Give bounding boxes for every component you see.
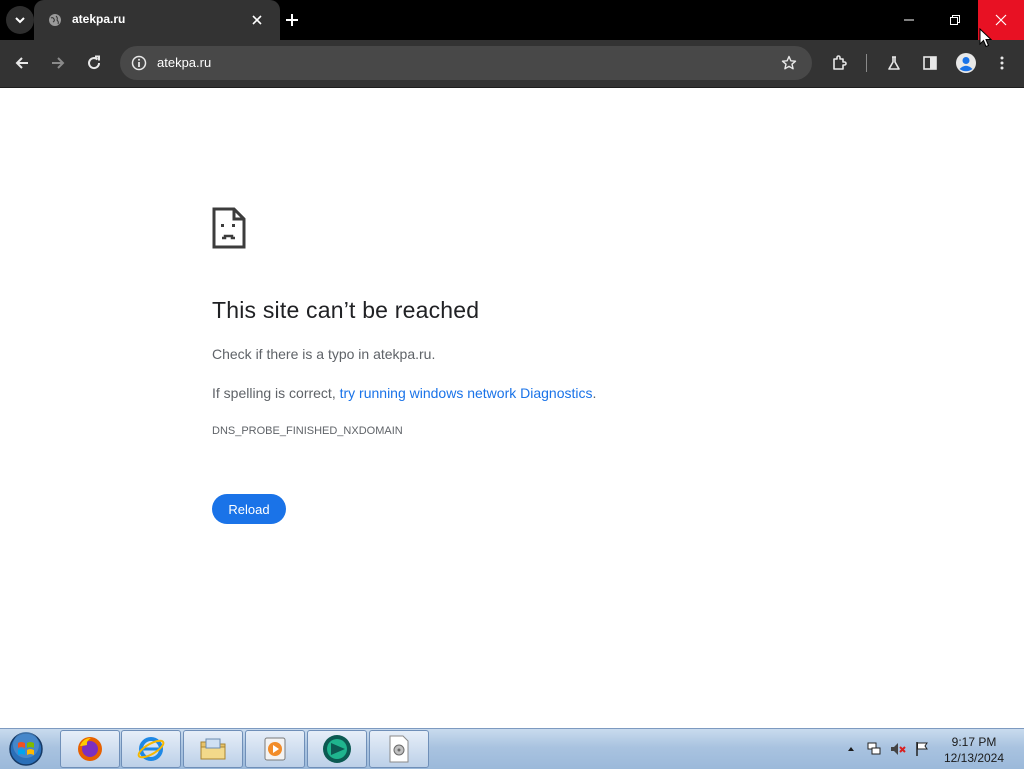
diagnostics-suffix: . [592, 385, 597, 401]
chevron-up-icon [848, 747, 854, 751]
site-info-button[interactable] [128, 52, 150, 74]
browser-toolbar: atekpa.ru [0, 40, 1024, 88]
system-tray: 9:17 PM 12/13/2024 [840, 729, 1024, 769]
side-panel-button[interactable] [919, 52, 941, 74]
diagnostics-link[interactable]: try running windows network Diagnostics [340, 385, 593, 401]
forward-button[interactable] [47, 52, 69, 74]
file-explorer-icon [200, 738, 226, 760]
network-icon [867, 742, 881, 755]
mouse-cursor-icon [979, 28, 993, 48]
show-hidden-icons-button[interactable] [843, 741, 859, 757]
volume-tray-button[interactable] [890, 741, 906, 757]
minimize-button[interactable] [886, 0, 932, 40]
tab-title: atekpa.ru [72, 12, 126, 26]
start-button[interactable] [6, 731, 46, 767]
taskbar-file-explorer[interactable] [183, 730, 243, 768]
star-icon [781, 55, 797, 70]
taskbar-document[interactable] [369, 730, 429, 768]
avatar-icon [956, 53, 976, 73]
taskbar-firefox[interactable] [60, 730, 120, 768]
puzzle-icon [833, 55, 847, 70]
document-icon [389, 735, 409, 763]
sad-page-icon [212, 207, 246, 249]
toolbar-separator [866, 54, 867, 72]
tab-strip: atekpa.ru [0, 0, 1024, 40]
url-text[interactable]: atekpa.ru [157, 55, 211, 70]
taskbar: 9:17 PM 12/13/2024 [0, 728, 1024, 769]
diagnostics-prefix: If spelling is correct, [212, 385, 340, 401]
taskbar-app[interactable] [307, 730, 367, 768]
extensions-button[interactable] [829, 52, 851, 74]
browser-tab[interactable]: atekpa.ru [34, 0, 280, 40]
close-icon [252, 15, 262, 25]
page-content: This site can’t be reached Check if ther… [0, 88, 1024, 728]
chevron-down-icon [15, 17, 25, 24]
close-icon [995, 14, 1007, 26]
back-button[interactable] [11, 52, 33, 74]
error-typo-hint: Check if there is a typo in atekpa.ru. [212, 346, 436, 362]
clock-time: 9:17 PM [951, 735, 997, 749]
action-center-button[interactable] [914, 741, 930, 757]
tab-close-button[interactable] [248, 11, 266, 29]
firefox-icon [78, 737, 102, 761]
flag-icon [916, 742, 928, 756]
globe-icon [49, 14, 61, 26]
media-player-icon [264, 737, 286, 761]
flask-icon [888, 56, 900, 70]
refresh-icon [88, 55, 101, 70]
new-tab-button[interactable] [282, 10, 302, 30]
info-icon [131, 55, 147, 71]
taskbar-media-player[interactable] [245, 730, 305, 768]
internet-explorer-icon [137, 737, 165, 761]
clock-date: 12/13/2024 [943, 751, 1005, 765]
address-bar[interactable]: atekpa.ru [120, 46, 812, 80]
plus-icon [286, 14, 298, 26]
tab-search-button[interactable] [6, 6, 34, 34]
bookmark-button[interactable] [778, 52, 800, 74]
speaker-muted-icon [891, 743, 906, 755]
arrow-right-icon [52, 57, 65, 69]
taskbar-internet-explorer[interactable] [121, 730, 181, 768]
more-vertical-icon [1000, 56, 1004, 70]
menu-button[interactable] [991, 52, 1013, 74]
app-icon [323, 735, 351, 763]
profile-button[interactable] [955, 52, 977, 74]
windows-start-icon [9, 732, 43, 766]
restore-button[interactable] [932, 0, 978, 40]
restore-icon [950, 15, 960, 25]
clock[interactable]: 9:17 PM 12/13/2024 [934, 734, 1014, 766]
side-panel-icon [923, 56, 937, 70]
network-tray-button[interactable] [866, 741, 882, 757]
error-title: This site can’t be reached [212, 297, 480, 323]
reload-button[interactable] [83, 52, 105, 74]
error-diagnostics-hint: If spelling is correct, try running wind… [212, 385, 596, 401]
reload-page-button[interactable]: Reload [212, 494, 286, 524]
minimize-icon [904, 19, 914, 21]
arrow-left-icon [15, 57, 28, 69]
error-code: DNS_PROBE_FINISHED_NXDOMAIN [212, 425, 403, 437]
labs-button[interactable] [883, 52, 905, 74]
